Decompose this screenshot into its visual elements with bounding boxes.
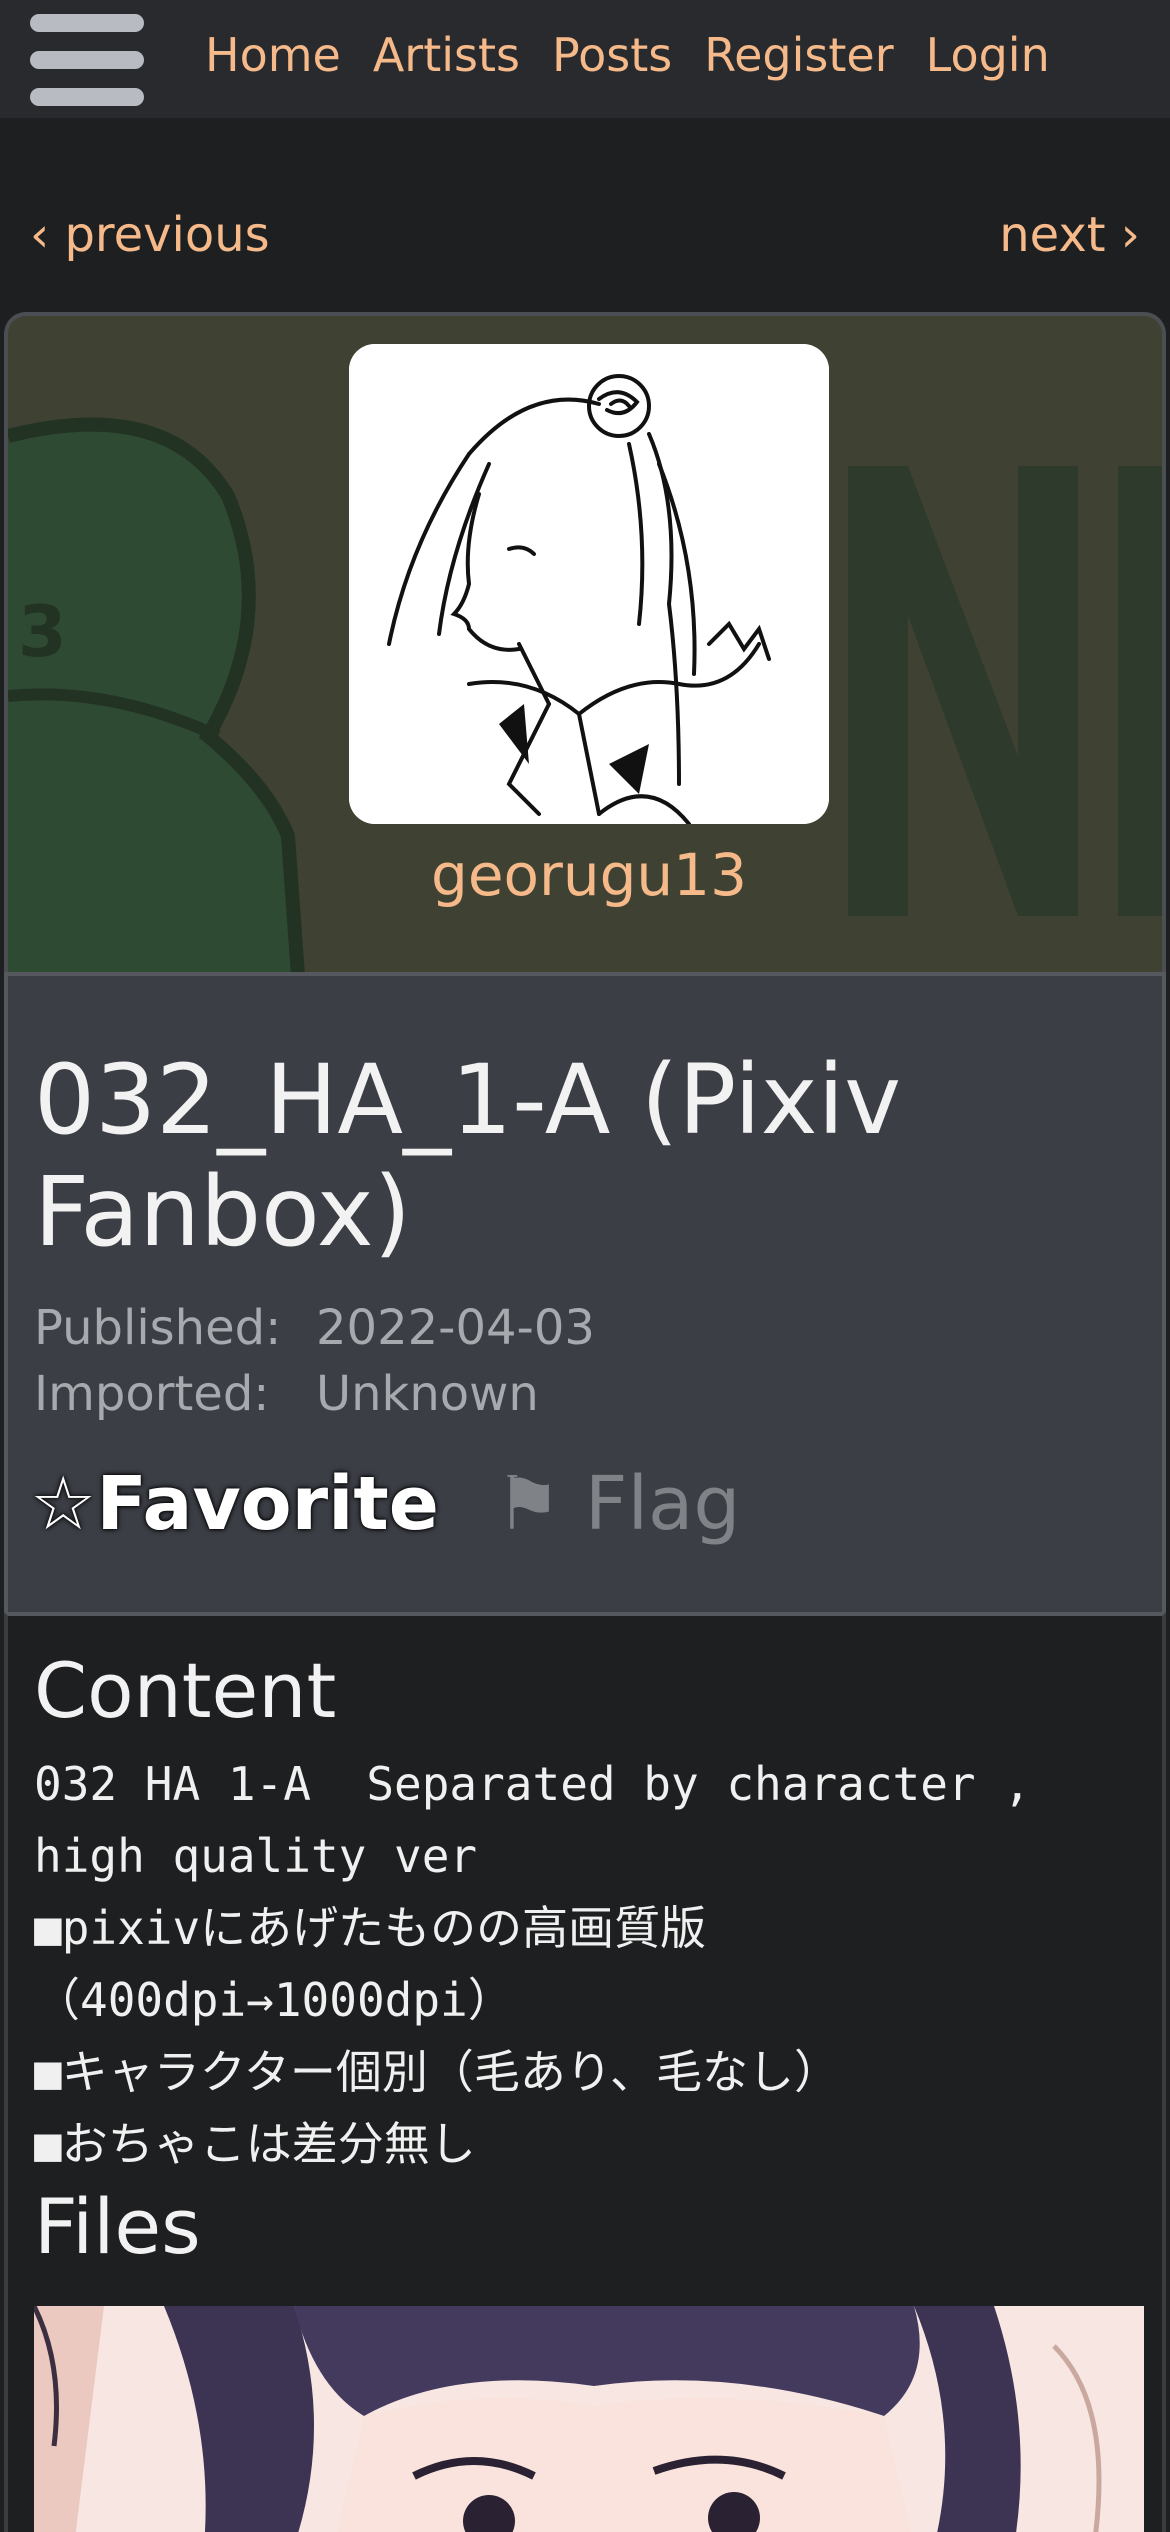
- svg-text:3: 3: [18, 591, 67, 673]
- nav-posts-link[interactable]: Posts: [552, 26, 672, 84]
- files-heading: Files: [34, 2182, 201, 2271]
- flag-button[interactable]: ⚑ Flag: [495, 1456, 740, 1552]
- published-row: Published: 2022-04-03: [34, 1298, 595, 1358]
- artist-banner: 3 georugu13: [4, 312, 1166, 972]
- post-title: 032_HA_1-A (Pixiv Fanbox): [34, 1044, 902, 1268]
- nav-home-link[interactable]: Home: [205, 26, 341, 84]
- imported-value: Unknown: [316, 1366, 539, 1422]
- published-label: Published:: [34, 1300, 282, 1356]
- favorite-button[interactable]: ☆Favorite: [30, 1456, 439, 1552]
- flag-label: Flag: [584, 1461, 741, 1547]
- favorite-label: Favorite: [96, 1461, 439, 1547]
- imported-label: Imported:: [34, 1366, 270, 1422]
- artist-name-link[interactable]: georugu13: [8, 840, 1162, 910]
- file-thumbnail-image: [34, 2306, 1144, 2532]
- content-heading: Content: [34, 1646, 337, 1735]
- post-actions: ☆Favorite ⚑ Flag: [30, 1456, 740, 1552]
- nav-artists-link[interactable]: Artists: [373, 26, 520, 84]
- content-body: 032 HA 1-A Separated by character , high…: [34, 1757, 1031, 2171]
- artist-avatar-image: [349, 344, 829, 824]
- hamburger-menu-icon[interactable]: [30, 14, 144, 106]
- nav-links: Home Artists Posts Register Login: [205, 26, 1050, 84]
- next-post-link[interactable]: next ›: [999, 205, 1140, 265]
- post-content: Content 032 HA 1-A Separated by characte…: [4, 1612, 1166, 2532]
- published-value: 2022-04-03: [316, 1300, 595, 1356]
- post-page: Home Artists Posts Register Login ‹ prev…: [0, 0, 1170, 2532]
- flag-icon: ⚑: [495, 1461, 562, 1547]
- artist-avatar[interactable]: [349, 344, 829, 824]
- post-info: 032_HA_1-A (Pixiv Fanbox) Published: 2022…: [4, 972, 1166, 1616]
- nav-login-link[interactable]: Login: [926, 26, 1050, 84]
- nav-register-link[interactable]: Register: [704, 26, 893, 84]
- imported-row: Imported: Unknown: [34, 1364, 539, 1424]
- previous-post-link[interactable]: ‹ previous: [30, 205, 270, 265]
- file-thumbnail[interactable]: [34, 2306, 1144, 2532]
- star-icon: ☆: [30, 1461, 97, 1547]
- top-nav: Home Artists Posts Register Login: [0, 0, 1170, 118]
